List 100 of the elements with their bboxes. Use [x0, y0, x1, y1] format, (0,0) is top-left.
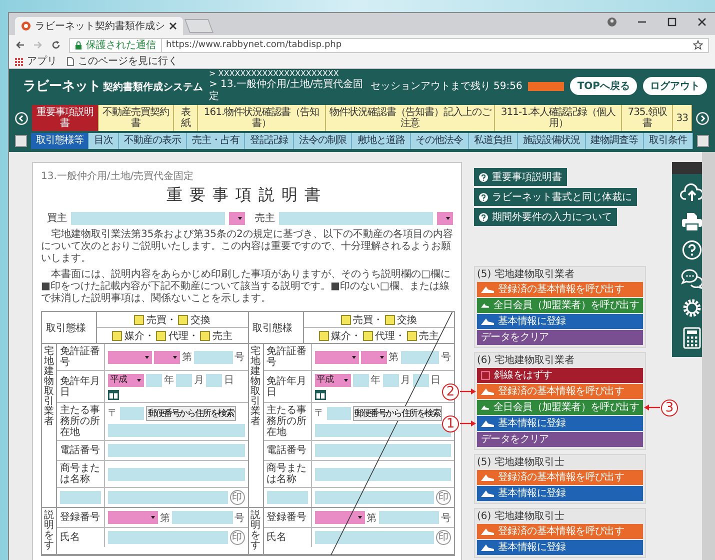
text-input[interactable] [314, 444, 451, 457]
era-dropdown[interactable]: 平成 [314, 374, 350, 386]
action-button[interactable]: 基本情報に登録 [477, 486, 643, 501]
address-search-button[interactable]: 郵便番号から住所を検索 [352, 406, 442, 421]
help-link[interactable]: 重要事項説明書 [474, 168, 567, 186]
postal-code-input[interactable] [120, 406, 144, 420]
close-icon[interactable] [697, 17, 707, 27]
text-input[interactable] [314, 468, 451, 480]
checkbox[interactable] [200, 330, 210, 340]
number-input[interactable] [172, 511, 232, 524]
star-icon[interactable] [693, 40, 703, 50]
dropdown[interactable] [314, 350, 358, 364]
account-icon[interactable] [607, 17, 617, 27]
text-input[interactable] [108, 444, 244, 457]
scroll-right-button[interactable] [697, 135, 709, 147]
section-tab[interactable]: 法令の制限 [294, 133, 352, 149]
header-button[interactable]: ログアウト [643, 77, 707, 95]
party-input[interactable] [279, 212, 433, 224]
dropdown[interactable] [108, 350, 152, 364]
checkbox[interactable] [384, 314, 395, 324]
section-tab[interactable]: 敷地と道路 [352, 133, 411, 149]
section-tab[interactable]: 取引態様等 [31, 133, 90, 149]
new-tab-button[interactable] [184, 19, 214, 33]
scroll-left-button[interactable] [15, 135, 27, 147]
number-input[interactable] [378, 511, 439, 524]
scrollbar[interactable] [702, 152, 715, 560]
text-input[interactable] [314, 531, 434, 544]
text-input[interactable] [266, 491, 308, 504]
text-input[interactable] [108, 531, 228, 544]
help-icon[interactable] [682, 240, 702, 260]
action-button[interactable]: 全日会員（加盟業者）を呼び出す [477, 298, 643, 313]
party-dropdown[interactable] [437, 212, 453, 224]
date-input[interactable] [382, 374, 398, 386]
date-input[interactable] [412, 374, 428, 386]
text-input[interactable] [108, 491, 228, 504]
checkbox[interactable] [318, 330, 329, 340]
era-dropdown[interactable]: 平成 [108, 374, 144, 386]
date-input[interactable] [206, 374, 222, 386]
cloud-upload-icon[interactable] [680, 182, 704, 203]
calendar-icon[interactable] [314, 389, 326, 400]
apps-icon[interactable] [15, 58, 23, 66]
help-link[interactable]: 期間外要件の入力について [474, 208, 617, 226]
postal-code-input[interactable] [326, 406, 350, 420]
help-link[interactable]: ラビーネット書式と同じ体裁に [474, 188, 637, 206]
party-input[interactable] [71, 212, 225, 224]
bookmark-link[interactable]: このページを見に行く [78, 56, 178, 68]
section-tab[interactable]: 施設設備状況 [518, 133, 586, 149]
checkbox[interactable] [134, 314, 144, 324]
forward-icon[interactable] [33, 40, 43, 50]
calendar-icon[interactable] [108, 389, 119, 400]
printer-icon[interactable] [681, 212, 703, 232]
section-tab[interactable]: 目次 [89, 133, 120, 149]
checkbox[interactable] [362, 330, 373, 340]
chat-icon[interactable] [681, 269, 703, 290]
reload-icon[interactable] [51, 40, 61, 50]
section-tab[interactable]: その他法令 [410, 133, 470, 149]
text-input[interactable] [314, 491, 434, 504]
text-input[interactable] [60, 491, 101, 504]
action-button[interactable]: 基本情報に登録 [477, 540, 643, 555]
action-button[interactable]: データをクリア [477, 330, 643, 345]
action-button[interactable]: 全日会員（加盟業者）を呼び出す [477, 400, 643, 415]
number-input[interactable] [194, 350, 232, 364]
text-input[interactable] [108, 468, 244, 480]
dropdown[interactable] [314, 511, 364, 524]
checkbox[interactable] [406, 330, 417, 340]
date-input[interactable] [352, 374, 368, 386]
date-input[interactable] [176, 374, 192, 386]
scroll-left-icon[interactable] [15, 112, 28, 124]
section-tab[interactable]: 取引条件 [644, 133, 693, 149]
close-icon[interactable] [169, 22, 177, 30]
section-tab[interactable]: 建物調査等 [586, 133, 644, 149]
checkbox[interactable] [340, 314, 351, 324]
section-tab[interactable]: 私道負担 [469, 133, 518, 149]
checkbox[interactable] [178, 314, 188, 324]
number-input[interactable] [400, 350, 439, 364]
address-input[interactable] [108, 424, 244, 438]
section-tab[interactable]: 登記記録 [245, 133, 294, 149]
dropdown[interactable] [360, 350, 386, 364]
dropdown[interactable] [154, 350, 180, 364]
browser-tab[interactable]: ラビーネット契約書類作成シ [15, 17, 183, 35]
settings-icon[interactable] [682, 298, 702, 318]
header-button[interactable]: TOPへ戻る [570, 77, 637, 95]
maximize-icon[interactable] [667, 17, 677, 27]
action-button[interactable]: 基本情報に登録 [477, 416, 643, 431]
party-dropdown[interactable] [229, 212, 245, 224]
bookmark-link[interactable]: アプリ [27, 56, 57, 68]
checkbox[interactable] [156, 330, 166, 340]
date-input[interactable] [146, 374, 162, 386]
section-tab[interactable]: 不動産の表示 [119, 133, 187, 149]
back-icon[interactable] [15, 40, 25, 50]
scroll-right-icon[interactable] [696, 112, 709, 124]
action-button[interactable]: 基本情報に登録 [477, 314, 643, 329]
action-button[interactable]: 斜線をはずす [477, 368, 643, 383]
address-bar[interactable]: 保護された通信 https://www.rabbynet.com/tabdisp.php [69, 38, 709, 52]
section-tab[interactable]: 売主・占有 [186, 133, 246, 149]
document-tab[interactable]: 重要事項説明書 [32, 105, 99, 131]
checkbox[interactable] [112, 330, 122, 340]
calculator-icon[interactable] [683, 326, 701, 349]
address-search-button[interactable]: 郵便番号から住所を検索 [146, 406, 236, 421]
action-button[interactable]: データをクリア [477, 432, 643, 447]
